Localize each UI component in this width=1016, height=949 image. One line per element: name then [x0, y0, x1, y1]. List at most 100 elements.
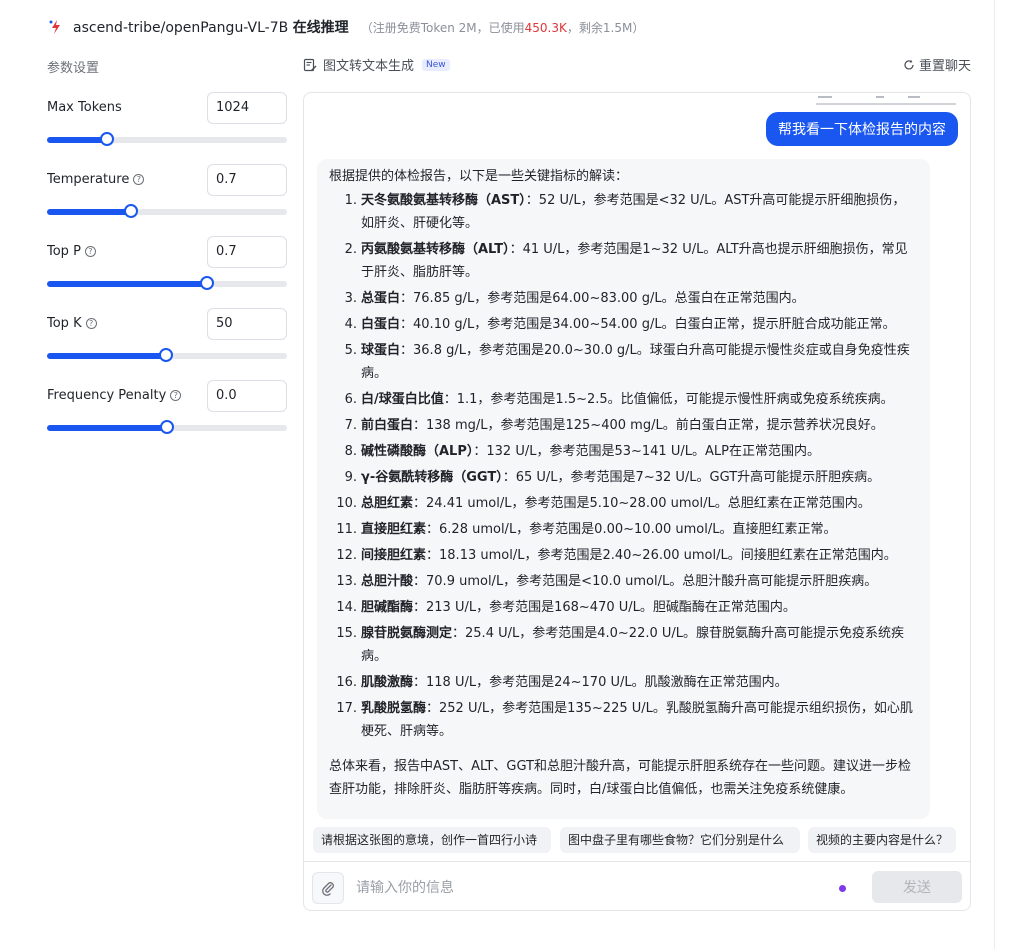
- item-detail: ：24.41 umol/L，参考范围是5.10~28.00 umol/L。总胆红…: [413, 496, 871, 511]
- item-text: 腺苷脱氨酶测定：25.4 U/L，参考范围是4.0~22.0 U/L。腺苷脱氨酶…: [361, 622, 918, 668]
- model-name: ascend-tribe/openPangu-VL-7B: [73, 20, 293, 36]
- item-number: 7.: [344, 418, 357, 433]
- param-slider[interactable]: [47, 420, 287, 434]
- quota-prefix: （注册免费Token 2M，已使用: [360, 20, 525, 35]
- item-text: 肌酸激酶：118 U/L，参考范围是24~170 U/L。肌酸激酶在正常范围内。: [361, 671, 918, 694]
- slider-fill: [47, 209, 131, 215]
- item-number: 9.: [344, 470, 357, 485]
- item-term: 天冬氨酸氨基转移酶（AST）: [361, 193, 526, 208]
- reset-label: 重置聊天: [918, 59, 971, 74]
- item-term: 白/球蛋白比值: [361, 392, 444, 407]
- item-text: 前白蛋白：138 mg/L，参考范围是125~400 mg/L。前白蛋白正常，提…: [361, 414, 918, 437]
- param-value-input[interactable]: 50: [207, 308, 287, 340]
- item-text: 间接胆红素：18.13 umol/L，参考范围是2.40~26.00 umol/…: [361, 544, 918, 567]
- item-text: 直接胆红素：6.28 umol/L，参考范围是0.00~10.00 umol/L…: [361, 518, 918, 541]
- help-icon[interactable]: ?: [133, 174, 145, 185]
- quota-suffix: ，剩余1.5M）: [566, 20, 645, 35]
- help-icon[interactable]: ?: [170, 390, 182, 401]
- item-term: 肌酸激酶: [361, 675, 414, 690]
- param-slider[interactable]: [47, 204, 287, 218]
- slider-handle[interactable]: [100, 132, 114, 146]
- param-label-text: Frequency Penalty: [47, 388, 167, 403]
- help-icon[interactable]: ?: [85, 318, 97, 329]
- slider-fill: [47, 137, 107, 143]
- item-number: 14.: [336, 600, 357, 615]
- item-term: 前白蛋白: [361, 418, 414, 433]
- param-value-input[interactable]: 0.7: [207, 164, 287, 196]
- slider-handle[interactable]: [158, 348, 173, 362]
- send-button[interactable]: 发送: [872, 871, 962, 903]
- slider-handle[interactable]: [124, 204, 138, 218]
- item-term: 球蛋白: [361, 343, 401, 358]
- item-text: 球蛋白：36.8 g/L，参考范围是20.0~30.0 g/L。球蛋白升高可能提…: [361, 339, 918, 385]
- item-text: 总胆红素：24.41 umol/L，参考范围是5.10~28.00 umol/L…: [361, 492, 918, 515]
- quota-used: 450.3K: [524, 20, 567, 35]
- param-label-text: Temperature: [47, 172, 130, 187]
- item-detail: ：65 U/L，参考范围是7~32 U/L。GGT升高可能提示肝胆疾病。: [502, 470, 881, 485]
- item-detail: ：252 U/L，参考范围是135~225 U/L。乳酸脱氢酶升高可能提示组织损…: [361, 701, 913, 739]
- item-number: 1.: [344, 193, 357, 208]
- param-value-input[interactable]: 0.0: [207, 380, 287, 412]
- item-term: 间接胆红素: [361, 548, 427, 563]
- suggestion-chip[interactable]: 视频的主要内容是什么？: [808, 827, 956, 853]
- param-slider[interactable]: [47, 276, 287, 290]
- param-label: Top P?: [47, 244, 96, 259]
- item-number: 10.: [336, 496, 357, 511]
- slider-fill: [47, 281, 208, 287]
- reply-list-item: 9. γ-谷氨酰转移酶（GGT）：65 U/L，参考范围是7~32 U/L。GGT…: [329, 466, 918, 489]
- suggestion-chip[interactable]: 请根据这张图的意境，创作一首四行小诗: [313, 827, 551, 853]
- help-icon[interactable]: ?: [84, 246, 96, 257]
- reply-list-item: 4. 白蛋白：40.10 g/L，参考范围是34.00~54.00 g/L。白蛋白…: [329, 313, 918, 336]
- item-number: 15.: [336, 626, 357, 641]
- param-slider[interactable]: [47, 348, 287, 362]
- item-detail: ：118 U/L，参考范围是24~170 U/L。肌酸激酶在正常范围内。: [413, 675, 788, 690]
- item-text: 白蛋白：40.10 g/L，参考范围是34.00~54.00 g/L。白蛋白正常…: [361, 313, 918, 336]
- paperclip-icon: [322, 882, 334, 896]
- item-term: 胆碱酯酶: [361, 600, 414, 615]
- item-text: 总蛋白：76.85 g/L，参考范围是64.00~83.00 g/L。总蛋白在正…: [361, 287, 918, 310]
- item-term: 碱性磷酸酶（ALP）: [361, 444, 474, 459]
- item-detail: ：76.85 g/L，参考范围是64.00~83.00 g/L。总蛋白在正常范围…: [400, 291, 805, 306]
- item-detail: ：132 U/L，参考范围是53~141 U/L。ALP在正常范围内。: [473, 444, 820, 459]
- slider-handle[interactable]: [200, 276, 215, 290]
- refresh-icon: [904, 59, 914, 70]
- attach-button[interactable]: [312, 872, 344, 904]
- reset-chat-button[interactable]: 重置聊天: [903, 55, 971, 74]
- slider-handle[interactable]: [160, 420, 174, 434]
- param-max-tokens: Max Tokens 1024: [47, 92, 287, 148]
- model-title: ascend-tribe/openPangu-VL-7B 在线推理: [73, 17, 349, 37]
- item-term: 总胆红素: [361, 496, 414, 511]
- item-number: 2.: [344, 242, 357, 257]
- item-term: 总胆汁酸: [361, 574, 414, 589]
- item-term: 总蛋白: [361, 291, 401, 306]
- reply-list-item: 8. 碱性磷酸酶（ALP）：132 U/L，参考范围是53~141 U/L。ALP…: [329, 440, 918, 463]
- reply-list-item: 7. 前白蛋白：138 mg/L，参考范围是125~400 mg/L。前白蛋白正常…: [329, 414, 918, 437]
- param-label-text: Top P: [47, 244, 81, 259]
- item-number: 12.: [336, 548, 357, 563]
- param-slider[interactable]: [47, 132, 287, 146]
- status-dot: [839, 885, 846, 892]
- message-input[interactable]: [356, 874, 826, 902]
- param-value-input[interactable]: 0.7: [207, 236, 287, 268]
- param-frequency-penalty: Frequency Penalty? 0.0: [47, 380, 287, 436]
- new-badge: New: [422, 58, 450, 71]
- reply-list-item: 17. 乳酸脱氢酶：252 U/L，参考范围是135~225 U/L。乳酸脱氢酶升…: [329, 697, 918, 743]
- param-label: Temperature?: [47, 172, 145, 187]
- reply-list-item: 15. 腺苷脱氨酶测定：25.4 U/L，参考范围是4.0~22.0 U/L。腺苷…: [329, 622, 918, 668]
- reply-list-item: 16. 肌酸激酶：118 U/L，参考范围是24~170 U/L。肌酸激酶在正常范…: [329, 671, 918, 694]
- param-label: Top K?: [47, 316, 97, 331]
- suggestion-chip[interactable]: 图中盘子里有哪些食物？它们分别是什么: [560, 827, 800, 853]
- item-detail: ：18.13 umol/L，参考范围是2.40~26.00 umol/L。间接胆…: [426, 548, 897, 563]
- item-detail: ：1.1，参考范围是1.5~2.5。比值偏低，可能提示慢性肝病或免疫系统疾病。: [443, 392, 894, 407]
- item-number: 17.: [336, 701, 357, 716]
- uploaded-image-thumbnail[interactable]: [816, 93, 956, 105]
- param-label: Frequency Penalty?: [47, 388, 182, 403]
- item-number: 11.: [336, 522, 357, 537]
- params-title: 参数设置: [47, 61, 100, 76]
- reply-list-item: 10. 总胆红素：24.41 umol/L，参考范围是5.10~28.00 umo…: [329, 492, 918, 515]
- item-text: 天冬氨酸氨基转移酶（AST）：52 U/L，参考范围是<32 U/L。AST升高…: [361, 189, 918, 235]
- tab-image-to-text[interactable]: 图文转文本生成 New: [303, 55, 450, 74]
- logo-icon: [48, 19, 64, 35]
- token-quota: （注册免费Token 2M，已使用450.3K，剩余1.5M）: [361, 19, 645, 36]
- param-value-input[interactable]: 1024: [207, 92, 287, 124]
